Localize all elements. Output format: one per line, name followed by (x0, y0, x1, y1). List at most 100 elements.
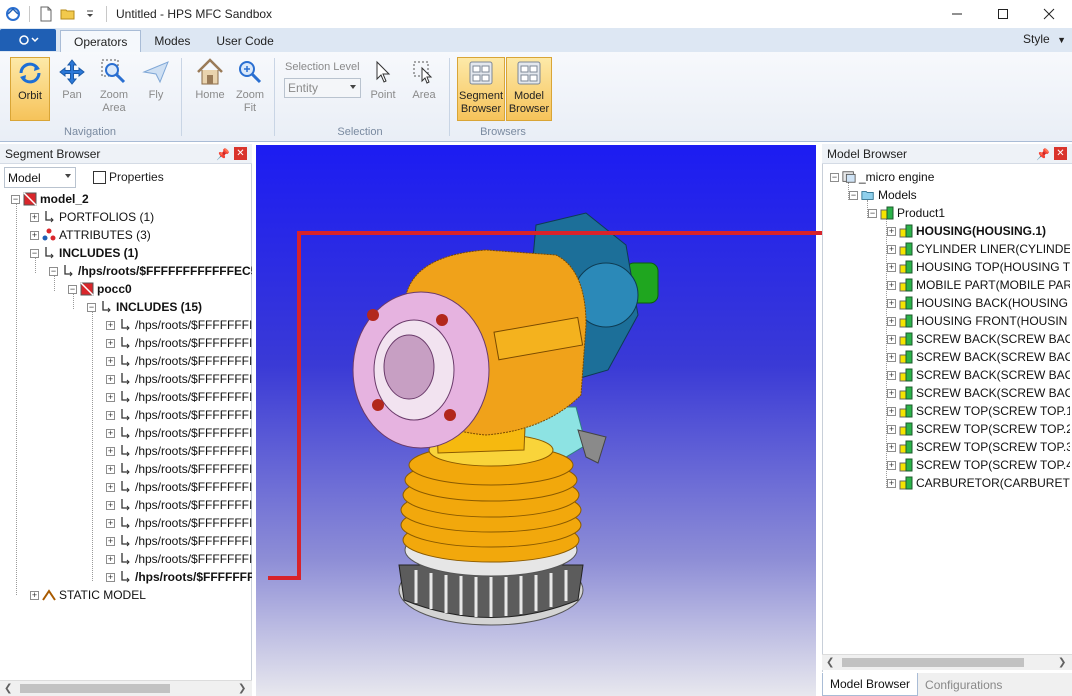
zoom-area-button[interactable]: Zoom Area (94, 57, 134, 121)
tree-node[interactable]: + /hps/roots/$FFFFFFFI (106, 478, 252, 496)
expand-toggle-icon[interactable]: + (106, 500, 115, 510)
expand-toggle-icon[interactable]: + (30, 212, 39, 222)
area-select-button[interactable]: Area (404, 57, 444, 121)
tree-node[interactable]: + /hps/roots/$FFFFFFFI (106, 334, 252, 352)
maximize-button[interactable] (980, 0, 1026, 28)
expand-toggle-icon[interactable]: − (11, 194, 20, 204)
style-menu[interactable]: Style ▼ (1023, 32, 1066, 46)
tree-node[interactable]: + ATTRIBUTES (3) (30, 226, 151, 244)
tree-node[interactable]: − INCLUDES (1) (30, 244, 138, 262)
pan-button[interactable]: Pan (52, 57, 92, 121)
tree-node[interactable]: − /hps/roots/$FFFFFFFFFFFFEC5 (49, 262, 252, 280)
tree-node[interactable]: + CARBURETOR(CARBURETO (887, 474, 1070, 492)
selection-level-select[interactable]: Entity (284, 78, 361, 98)
tree-node[interactable]: + /hps/roots/$FFFFFFFI (106, 316, 252, 334)
point-select-button[interactable]: Point (363, 57, 403, 121)
expand-toggle-icon[interactable]: + (887, 442, 896, 452)
tree-node[interactable]: − pocc0 (68, 280, 132, 298)
close-panel-button[interactable]: ✕ (234, 147, 247, 160)
expand-toggle-icon[interactable]: + (106, 356, 115, 366)
expand-toggle-icon[interactable]: + (887, 280, 896, 290)
tree-node[interactable]: + /hps/roots/$FFFFFFFI (106, 460, 252, 478)
tab-configurations[interactable]: Configurations (918, 673, 1009, 696)
tree-node[interactable]: + SCREW BACK(SCREW BACK (887, 330, 1070, 348)
expand-toggle-icon[interactable]: − (830, 172, 839, 182)
tree-node[interactable]: + /hps/roots/$FFFFFFFI (106, 370, 252, 388)
segment-horizontal-scrollbar[interactable]: ❮ ❯ (0, 680, 252, 696)
tree-node[interactable]: + /hps/roots/$FFFFFFFI (106, 514, 252, 532)
pin-icon[interactable]: 📌 (216, 148, 230, 161)
expand-toggle-icon[interactable]: + (106, 338, 115, 348)
tree-node[interactable]: + HOUSING BACK(HOUSING (887, 294, 1068, 312)
tree-node[interactable]: + SCREW TOP(SCREW TOP.1) (887, 402, 1070, 420)
expand-toggle-icon[interactable]: − (868, 208, 877, 218)
expand-toggle-icon[interactable]: + (887, 406, 896, 416)
tree-node[interactable]: + SCREW BACK(SCREW BACK (887, 348, 1070, 366)
zoom-fit-button[interactable]: Zoom Fit (230, 57, 270, 121)
app-logo-icon[interactable] (4, 5, 22, 23)
expand-toggle-icon[interactable]: + (106, 428, 115, 438)
tree-node[interactable]: + SCREW TOP(SCREW TOP.2) (887, 420, 1070, 438)
tree-node[interactable]: + SCREW TOP(SCREW TOP.3) (887, 438, 1070, 456)
tree-node[interactable]: + STATIC MODEL (30, 586, 146, 604)
close-button[interactable] (1026, 0, 1072, 28)
expand-toggle-icon[interactable]: + (106, 446, 115, 456)
expand-toggle-icon[interactable]: + (106, 572, 115, 582)
expand-toggle-icon[interactable]: + (106, 374, 115, 384)
minimize-button[interactable] (934, 0, 980, 28)
tab-modes[interactable]: Modes (141, 30, 203, 52)
tab-operators[interactable]: Operators (60, 30, 142, 52)
scroll-thumb[interactable] (842, 658, 1024, 667)
tree-node[interactable]: + /hps/roots/$FFFFFFFI (106, 532, 252, 550)
tree-node[interactable]: + /hps/roots/$FFFFFFFI (106, 424, 252, 442)
tree-node[interactable]: − INCLUDES (15) (87, 298, 202, 316)
tree-node[interactable]: + SCREW TOP(SCREW TOP.4) (887, 456, 1070, 474)
tree-node[interactable]: + SCREW BACK(SCREW BACK (887, 384, 1070, 402)
tree-node[interactable]: + SCREW BACK(SCREW BACK (887, 366, 1070, 384)
expand-toggle-icon[interactable]: + (106, 536, 115, 546)
expand-toggle-icon[interactable]: + (106, 410, 115, 420)
tree-node[interactable]: + /hps/roots/$FFFFFFFI (106, 352, 252, 370)
expand-toggle-icon[interactable]: + (106, 482, 115, 492)
scroll-left-icon[interactable]: ❮ (4, 683, 12, 694)
expand-toggle-icon[interactable]: + (887, 226, 896, 236)
scroll-right-icon[interactable]: ❯ (1058, 657, 1066, 668)
tree-node[interactable]: + CYLINDER LINER(CYLINDER (887, 240, 1070, 258)
tree-node[interactable]: + /hps/roots/$FFFFFFFI (106, 496, 252, 514)
expand-toggle-icon[interactable]: + (106, 464, 115, 474)
tree-node[interactable]: − Product1 (868, 204, 945, 222)
expand-toggle-icon[interactable]: + (106, 518, 115, 528)
tree-node[interactable]: + HOUSING FRONT(HOUSIN (887, 312, 1067, 330)
tree-node[interactable]: + PORTFOLIOS (1) (30, 208, 154, 226)
model-select[interactable]: Model (4, 167, 76, 188)
expand-toggle-icon[interactable]: + (30, 590, 39, 600)
expand-toggle-icon[interactable]: − (87, 302, 96, 312)
expand-toggle-icon[interactable]: − (68, 284, 77, 294)
expand-toggle-icon[interactable]: + (887, 370, 896, 380)
tree-node[interactable]: − model_2 (11, 190, 89, 208)
expand-toggle-icon[interactable]: + (887, 244, 896, 254)
segment-browser-button[interactable]: Segment Browser (457, 57, 505, 121)
new-file-icon[interactable] (37, 5, 55, 23)
tab-model-browser[interactable]: Model Browser (822, 673, 919, 696)
expand-toggle-icon[interactable]: + (106, 554, 115, 564)
tree-node[interactable]: + /hps/roots/$FFFFFFFI (106, 550, 252, 568)
expand-toggle-icon[interactable]: + (887, 298, 896, 308)
scroll-left-icon[interactable]: ❮ (826, 657, 834, 668)
expand-toggle-icon[interactable]: + (887, 388, 896, 398)
expand-toggle-icon[interactable]: + (887, 352, 896, 362)
expand-toggle-icon[interactable]: + (887, 334, 896, 344)
tree-node[interactable]: + HOUSING(HOUSING.1) (887, 222, 1046, 240)
close-panel-button[interactable]: ✕ (1054, 147, 1067, 160)
expand-toggle-icon[interactable]: + (887, 262, 896, 272)
tree-node[interactable]: + HOUSING TOP(HOUSING T (887, 258, 1070, 276)
fly-button[interactable]: Fly (136, 57, 176, 121)
application-menu-button[interactable] (0, 29, 56, 51)
tree-node[interactable]: + /hps/roots/$FFFFFFFI (106, 442, 252, 460)
3d-viewport[interactable] (256, 145, 816, 696)
expand-toggle-icon[interactable]: + (106, 392, 115, 402)
expand-toggle-icon[interactable]: + (106, 320, 115, 330)
pin-icon[interactable]: 📌 (1036, 148, 1050, 161)
expand-toggle-icon[interactable]: + (887, 478, 896, 488)
model-horizontal-scrollbar[interactable]: ❮ ❯ (822, 654, 1072, 670)
